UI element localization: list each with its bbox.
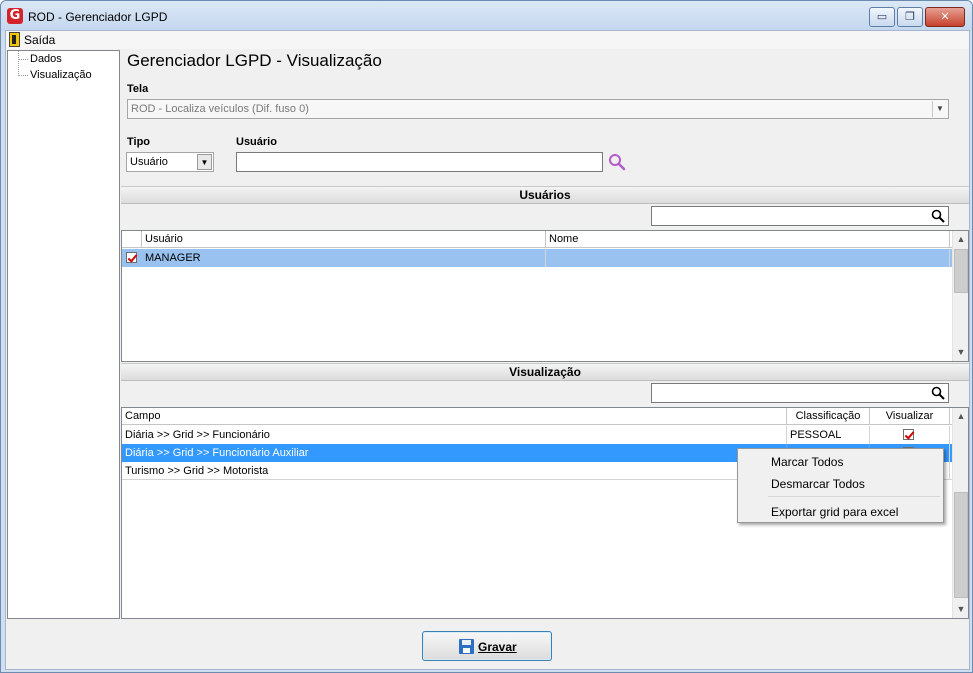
grid-header-usuario[interactable]: Usuário [142,231,546,248]
users-section-header: Usuários [121,186,969,204]
context-menu: Marcar Todos Desmarcar Todos Exportar gr… [737,448,944,523]
scroll-up-icon[interactable]: ▲ [953,231,968,248]
campo-cell: Diária >> Grid >> Funcionário [122,426,787,444]
table-row[interactable]: Diária >> Grid >> Funcionário PESSOAL [122,426,952,444]
tipo-combobox[interactable]: Usuário ▼ [126,152,214,172]
row-check-cell [122,249,142,267]
menu-bar: Saída [6,31,969,49]
usuario-cell: MANAGER [142,249,546,267]
page-title: Gerenciador LGPD - Visualização [127,51,382,70]
window-title: ROD - Gerenciador LGPD [28,10,168,24]
usuario-label: Usuário [236,136,277,148]
chevron-down-icon[interactable]: ▼ [932,101,947,117]
app-logo-icon: G [7,8,23,24]
magnifier-icon[interactable] [931,386,945,400]
visualizacao-grid-scrollbar[interactable]: ▲ ▼ [952,408,968,618]
users-grid-scrollbar[interactable]: ▲ ▼ [952,231,968,361]
tela-combobox[interactable]: ROD - Localiza veículos (Dif. fuso 0) ▼ [127,99,949,119]
tela-label: Tela [127,83,149,95]
client-area: Saída Dados Visualização Gerenciador LGP… [5,30,970,670]
table-row[interactable]: MANAGER [122,249,952,267]
usuario-input[interactable] [236,152,603,172]
chevron-down-icon[interactable]: ▼ [197,154,212,170]
search-icon[interactable] [608,153,626,171]
tipo-value: Usuário [130,156,168,168]
grid-header-nome[interactable]: Nome [546,231,950,248]
close-icon: ✕ [940,10,950,23]
users-grid: Usuário Nome MANAGER ▲ ▼ [121,230,969,362]
visualizacao-grid-header: Campo Classificação Visualizar [122,408,952,425]
main-panel: Gerenciador LGPD - Visualização Tela ROD… [121,50,969,619]
context-menu-item-exportar-excel[interactable]: Exportar grid para excel [771,505,898,519]
context-menu-separator [768,496,940,497]
nome-cell [546,249,950,267]
visualizacao-section-header: Visualização [121,363,969,381]
tree-item-dados[interactable]: Dados [30,53,62,65]
context-menu-item-desmarcar-todos[interactable]: Desmarcar Todos [771,477,865,491]
scroll-thumb[interactable] [954,249,968,293]
grid-header-classificacao[interactable]: Classificação [787,408,870,425]
close-button[interactable]: ✕ [925,7,965,27]
maximize-button[interactable]: ❐ [897,7,923,27]
tree-vertical-connector [18,51,19,76]
visualizar-checkbox[interactable] [903,429,914,440]
save-button[interactable]: Gravar [422,631,552,661]
row-checkbox[interactable] [126,252,137,263]
scroll-up-icon[interactable]: ▲ [953,408,968,425]
tree-connector [18,75,28,76]
classificacao-cell: PESSOAL [787,426,870,444]
exit-door-icon [9,32,20,47]
app-window: G ROD - Gerenciador LGPD ▭ ❐ ✕ Saída Dad… [0,0,973,673]
magnifier-icon[interactable] [931,209,945,223]
save-button-label: Gravar [478,640,517,654]
users-search-input[interactable] [651,206,949,226]
exit-menu-label: Saída [24,33,56,47]
grid-header-visualizar[interactable]: Visualizar [870,408,950,425]
scroll-down-icon[interactable]: ▼ [953,344,968,361]
floppy-disk-icon [459,639,474,654]
minimize-button[interactable]: ▭ [869,7,895,27]
visualizacao-search-input[interactable] [651,383,949,403]
users-grid-header: Usuário Nome [122,231,952,248]
grid-header-check [122,231,142,248]
maximize-icon: ❐ [905,10,915,23]
context-menu-item-marcar-todos[interactable]: Marcar Todos [771,455,843,469]
scroll-down-icon[interactable]: ▼ [953,601,968,618]
title-bar[interactable]: G ROD - Gerenciador LGPD ▭ ❐ ✕ [1,1,972,31]
visualizar-cell [870,426,950,444]
tela-value: ROD - Localiza veículos (Dif. fuso 0) [131,103,309,115]
campo-cell: Diária >> Grid >> Funcionário Auxiliar [122,444,787,462]
navigation-tree: Dados Visualização [7,50,120,619]
scroll-thumb[interactable] [954,492,968,598]
tree-connector [18,59,28,60]
tree-item-visualizacao[interactable]: Visualização [30,69,92,81]
grid-header-campo[interactable]: Campo [122,408,787,425]
minimize-icon: ▭ [876,10,888,23]
campo-cell: Turismo >> Grid >> Motorista [122,462,787,480]
tipo-label: Tipo [127,136,151,148]
